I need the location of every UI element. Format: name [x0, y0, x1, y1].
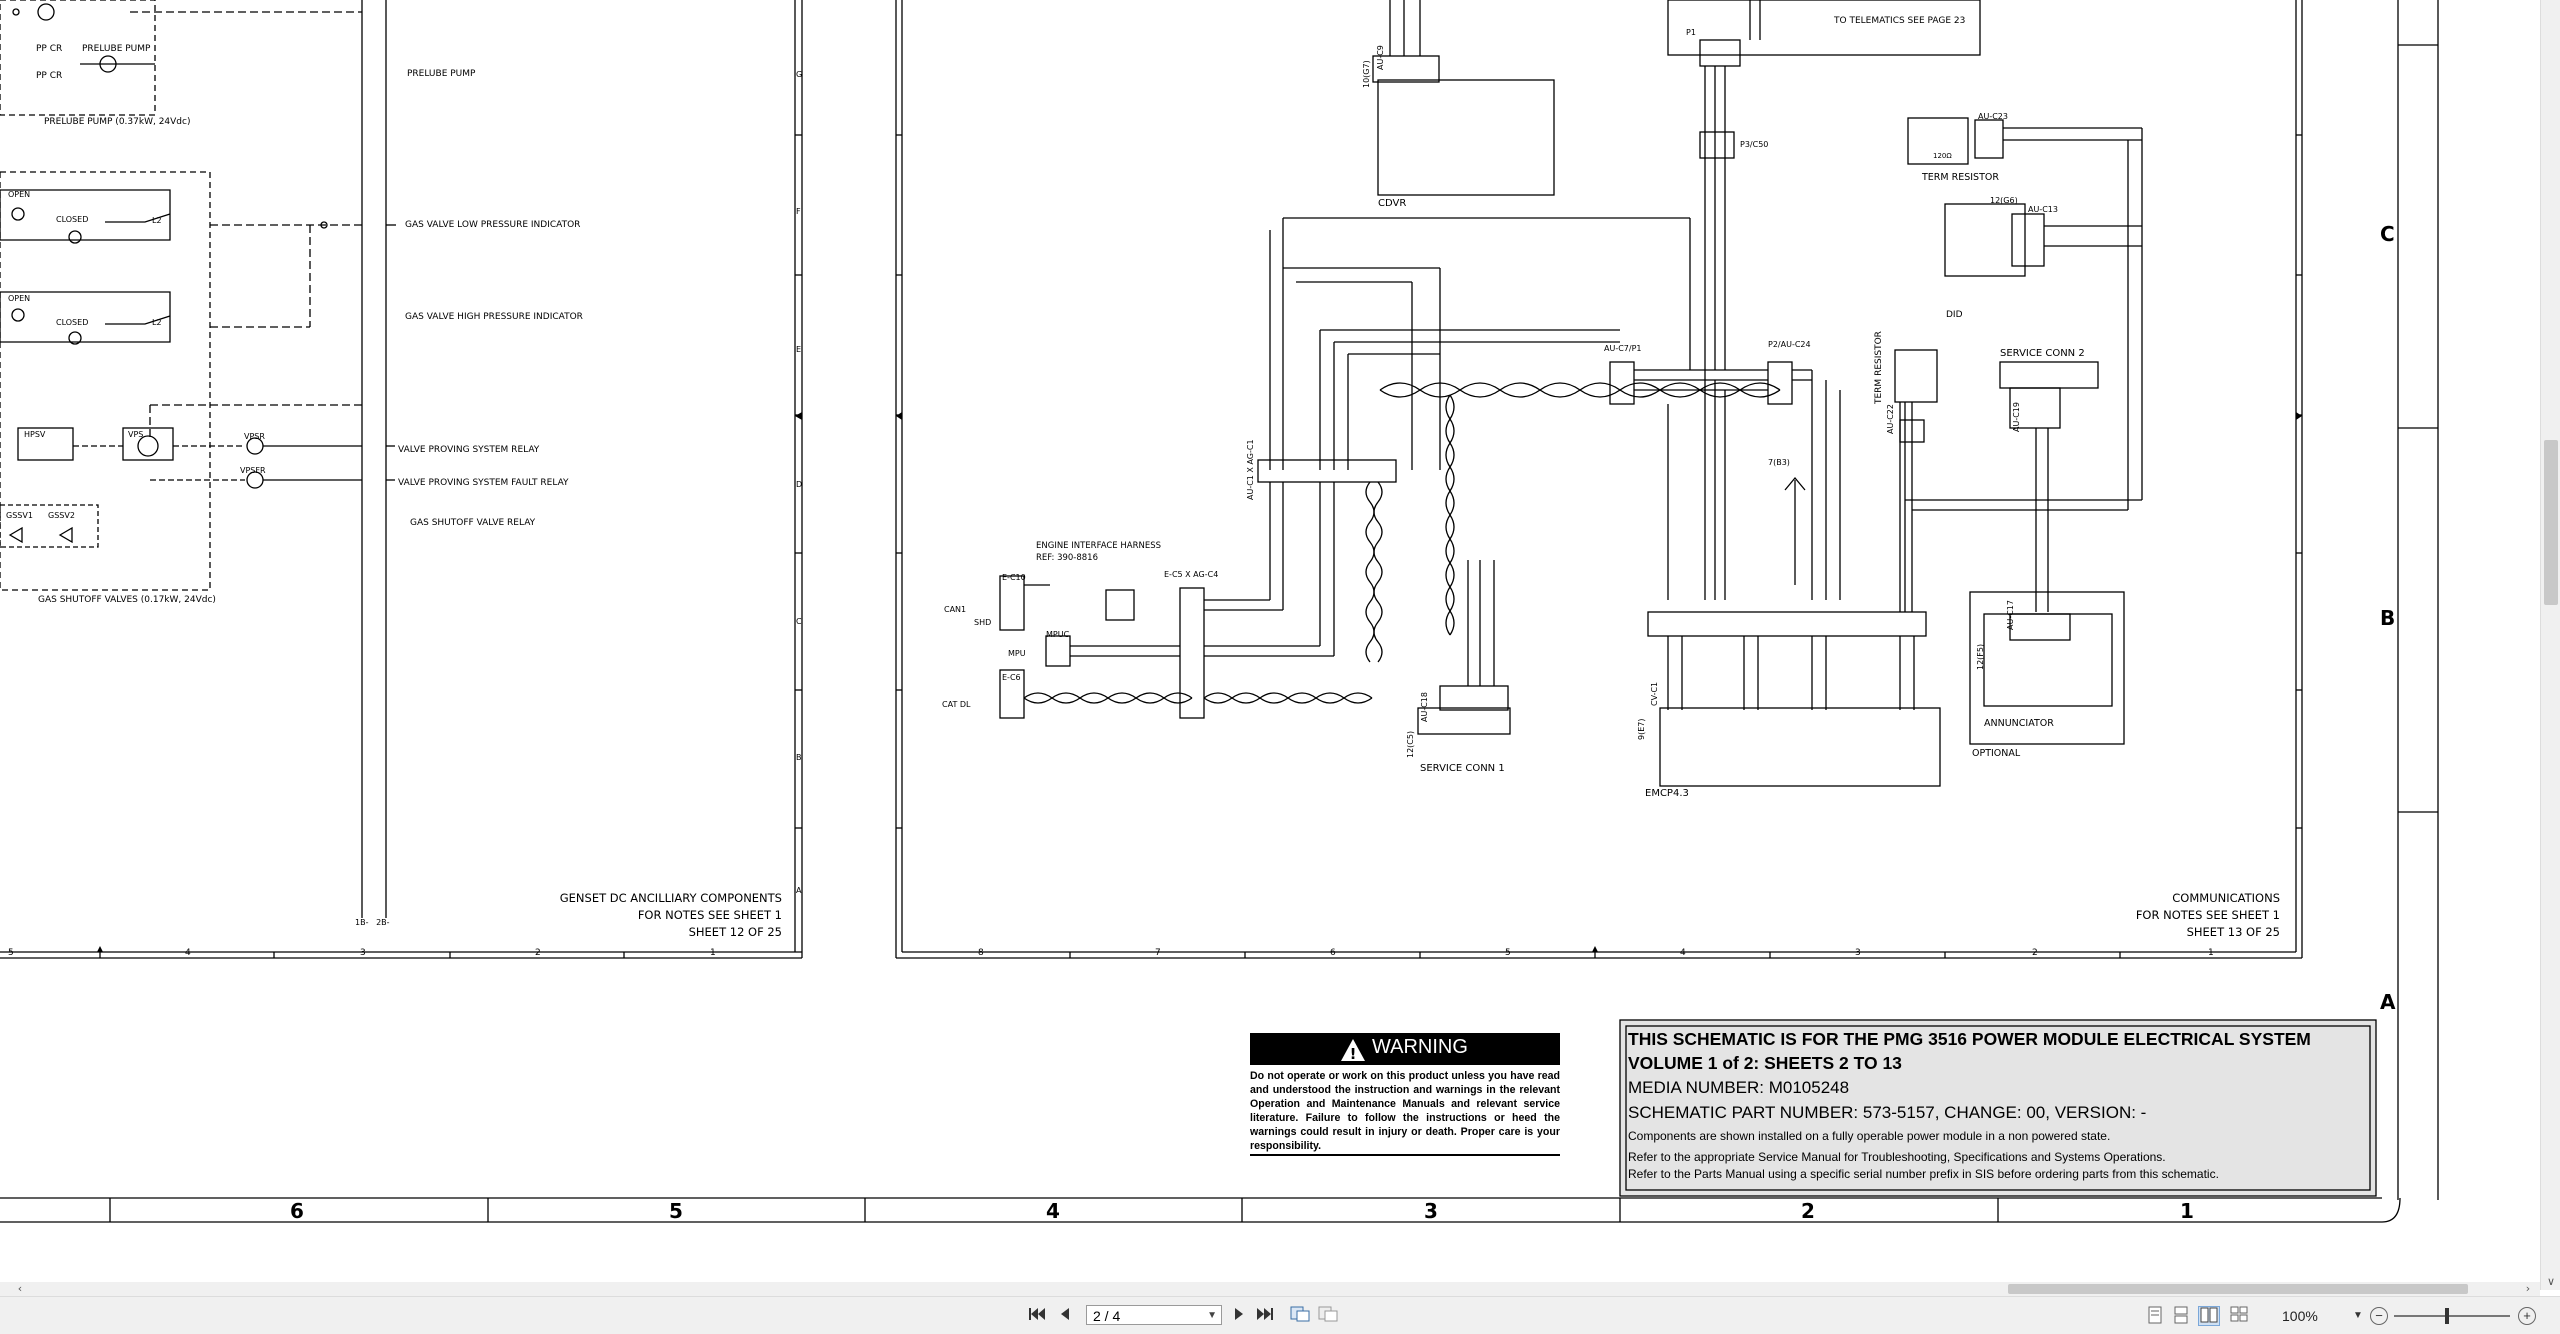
viewer-toolbar: 2 / 4 ▼ 100% ▼ − + — [0, 1296, 2560, 1334]
zoom-dropdown-icon[interactable]: ▼ — [2352, 1306, 2364, 1326]
page-number-value: 2 / 4 — [1093, 1308, 1121, 1324]
prev-page-icon[interactable] — [1058, 1306, 1072, 1326]
scroll-down-icon[interactable]: ∨ — [2541, 1274, 2560, 1290]
vertical-scroll-thumb[interactable] — [2544, 440, 2558, 605]
horizontal-scroll-thumb[interactable] — [2008, 1284, 2468, 1294]
zoom-slider-handle[interactable] — [2445, 1308, 2449, 1324]
page-dropdown-icon[interactable]: ▼ — [1207, 1306, 1217, 1326]
zoom-level[interactable]: 100% — [2282, 1306, 2318, 1326]
scroll-left-icon[interactable]: ‹ — [14, 1282, 26, 1296]
continuous-view-icon[interactable] — [2172, 1306, 2190, 1326]
last-page-icon[interactable] — [1256, 1306, 1274, 1326]
svg-text:!: ! — [1350, 1045, 1357, 1063]
scroll-right-icon[interactable]: › — [2522, 1282, 2534, 1296]
zoom-out-button[interactable]: − — [2370, 1307, 2388, 1325]
horizontal-scrollbar[interactable]: ‹ › — [0, 1282, 2540, 1296]
zoom-slider[interactable] — [2394, 1315, 2510, 1317]
page-number-input[interactable]: 2 / 4 ▼ — [1086, 1305, 1222, 1325]
document-viewport[interactable]: ! PRELUBE PUMP PRELUBE PUMP (0.37kW, 24V… — [0, 0, 2540, 1270]
vertical-scrollbar[interactable]: ∨ — [2540, 0, 2560, 1290]
two-page-continuous-icon[interactable] — [2228, 1306, 2250, 1326]
fit-page-icon[interactable] — [1290, 1306, 1310, 1326]
zoom-in-button[interactable]: + — [2518, 1307, 2536, 1325]
next-page-icon[interactable] — [1232, 1306, 1246, 1326]
single-page-view-icon[interactable] — [2146, 1306, 2164, 1326]
first-page-icon[interactable] — [1028, 1306, 1046, 1326]
fit-width-icon[interactable] — [1318, 1306, 1338, 1326]
schematic-drawing: ! — [0, 0, 2439, 1223]
two-page-view-icon[interactable] — [2198, 1306, 2220, 1326]
